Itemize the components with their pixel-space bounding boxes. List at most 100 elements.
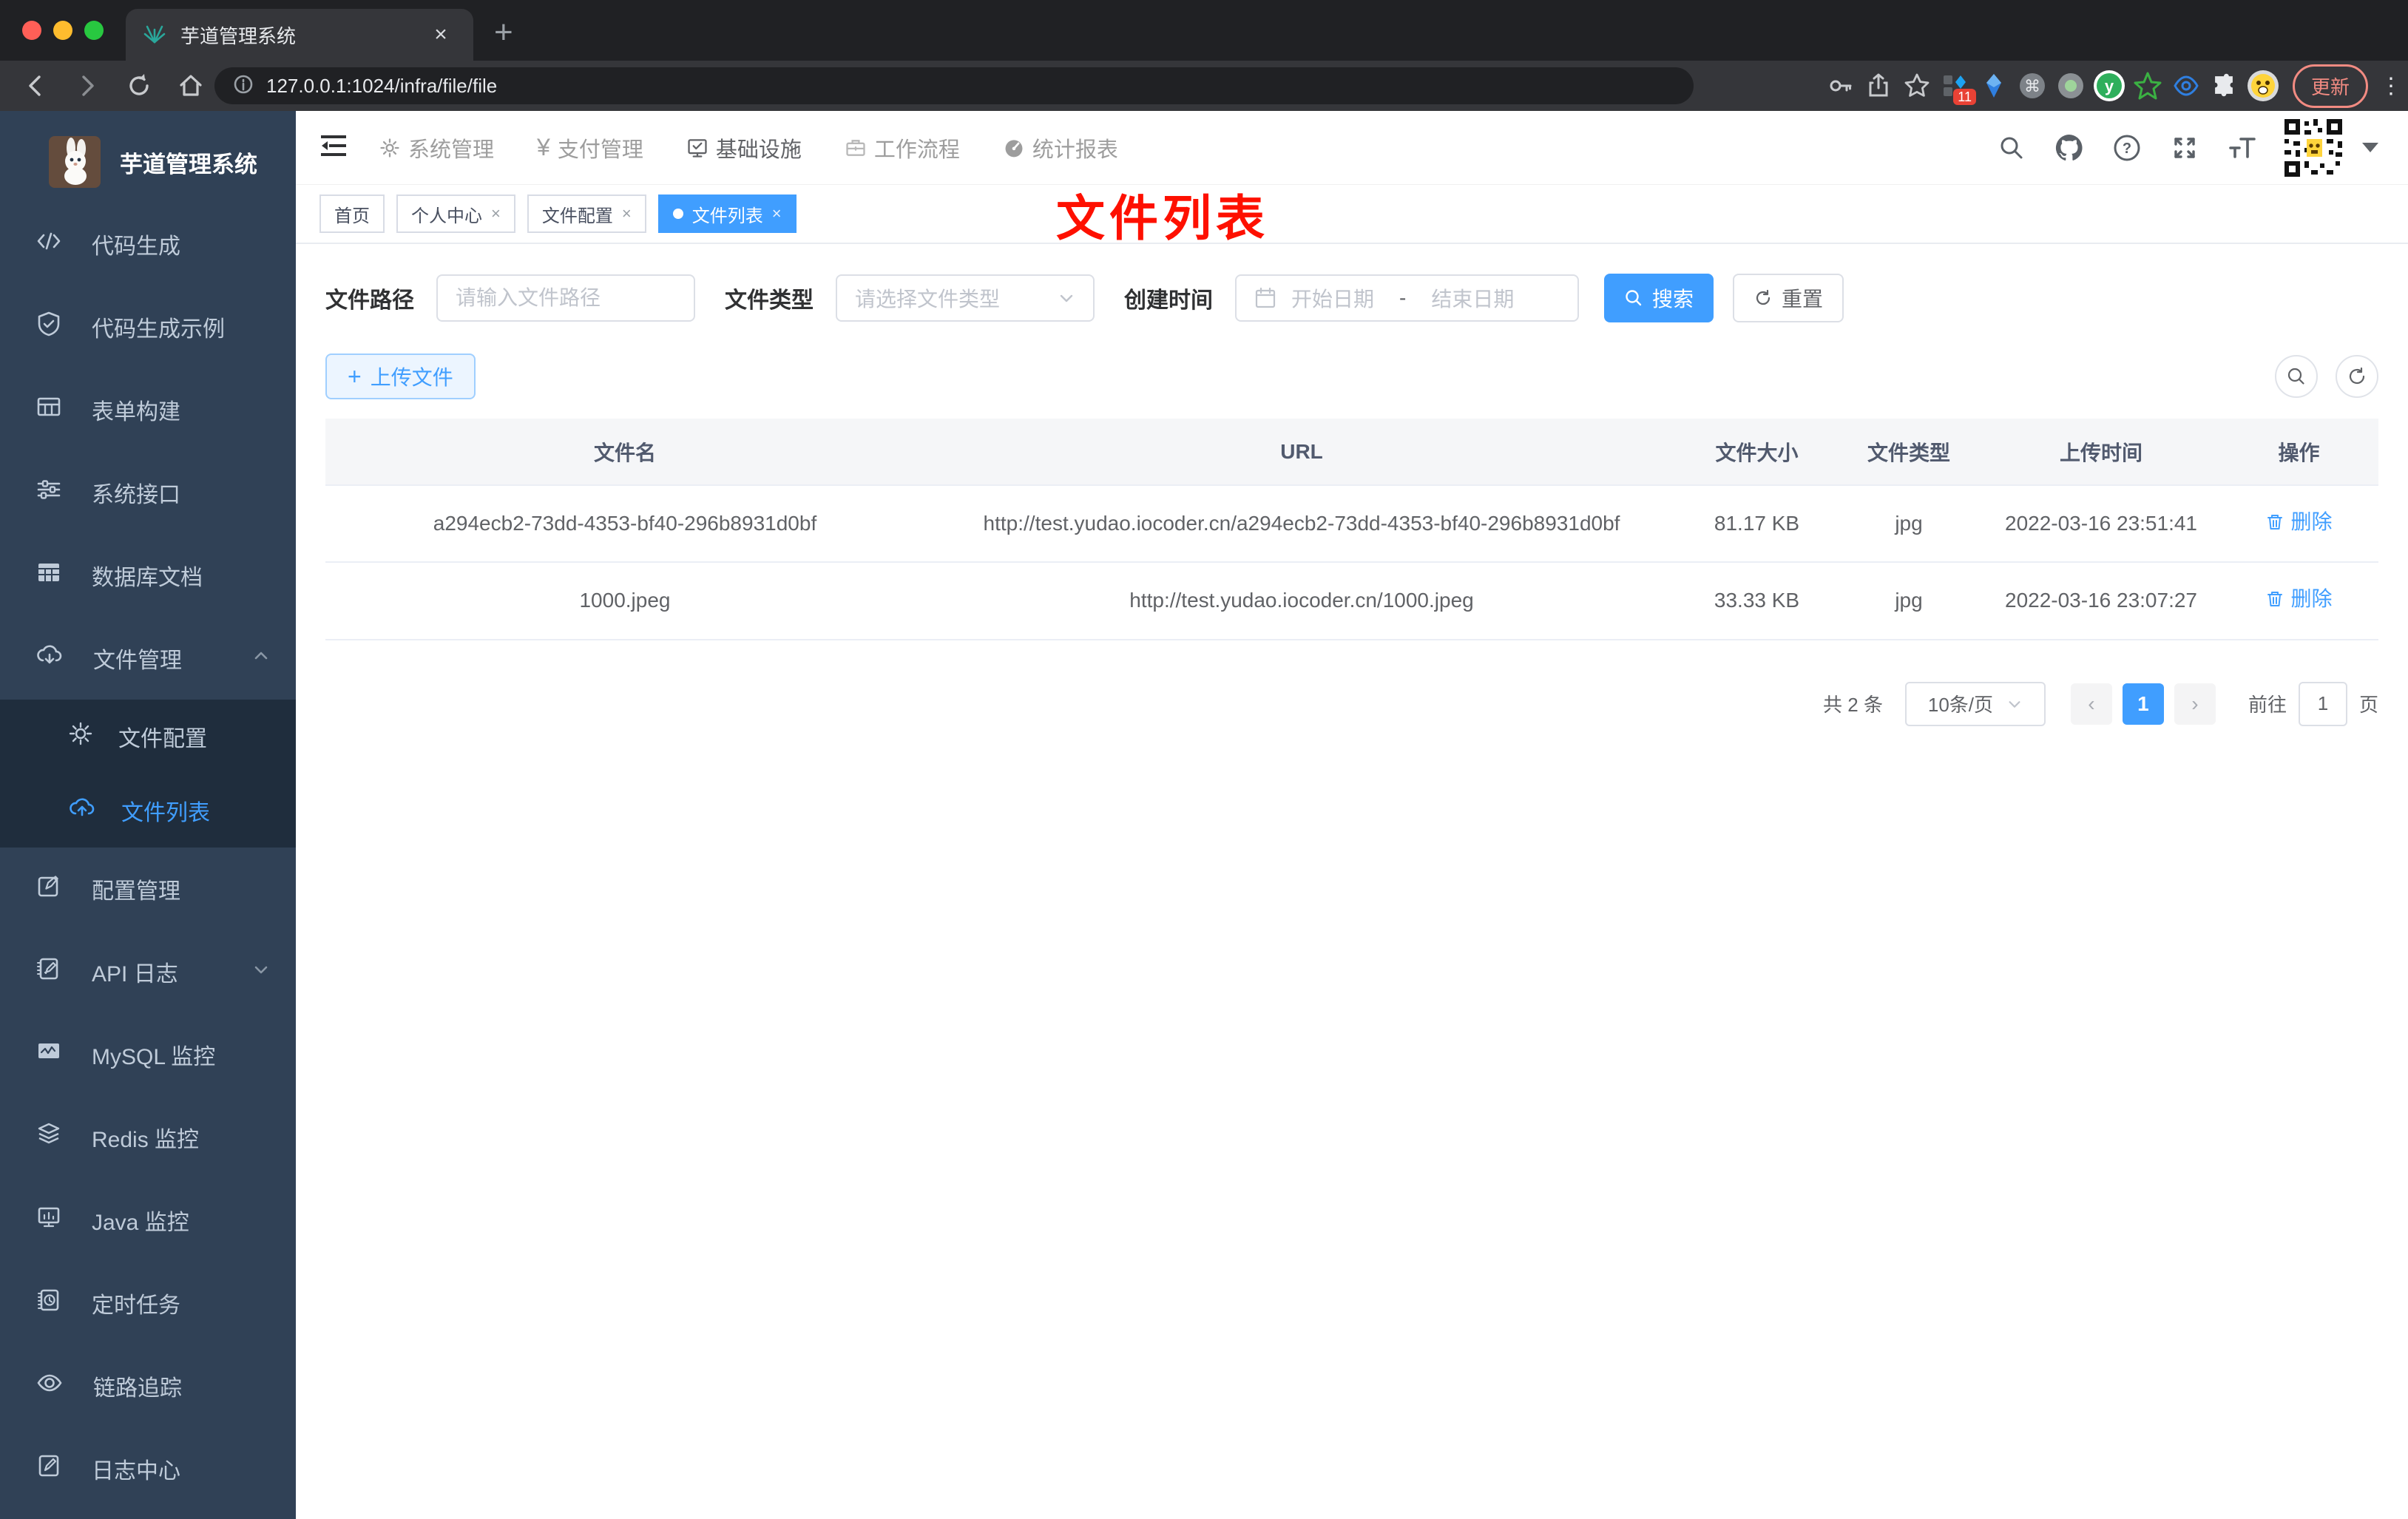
navbar-right: ? [1994, 116, 2408, 179]
extension-command-icon[interactable]: ⌘ [2016, 70, 2049, 102]
layers-icon [35, 1121, 62, 1154]
browser-update-button[interactable]: 更新 [2292, 64, 2368, 108]
password-key-icon[interactable] [1824, 70, 1856, 102]
show-search-icon[interactable] [2275, 355, 2318, 398]
bookmark-star-icon[interactable] [1901, 70, 1933, 102]
sidebar-item-code-demo[interactable]: 代码生成示例 [0, 285, 296, 368]
file-path-input[interactable] [456, 286, 676, 310]
profile-emoji-icon[interactable] [2247, 70, 2279, 102]
sidebar-item-redis-monitor[interactable]: Redis 监控 [0, 1096, 296, 1179]
sidebar-item-config-manage[interactable]: 配置管理 [0, 848, 296, 930]
minimize-window-button[interactable] [53, 21, 72, 40]
reload-icon[interactable] [123, 70, 155, 102]
tag-close-icon[interactable]: × [622, 204, 632, 223]
search-icon[interactable] [1994, 130, 2029, 166]
extension-y-icon[interactable]: y [2093, 70, 2125, 102]
refresh-list-icon[interactable] [2336, 355, 2378, 398]
search-icon [1626, 290, 1642, 306]
sidebar-item-scheduled-tasks[interactable]: 定时任务 [0, 1262, 296, 1344]
sidebar-item-file-manage[interactable]: 文件管理 [0, 617, 296, 700]
rabbit-logo [49, 136, 101, 188]
nav-item-infra[interactable]: 基础设施 [676, 132, 812, 163]
delete-button[interactable]: 删除 [2265, 505, 2333, 539]
next-page-button[interactable]: › [2174, 683, 2216, 725]
maximize-window-button[interactable] [84, 21, 104, 40]
extension-tabs-icon[interactable]: 11 [1939, 70, 1976, 105]
file-type-select[interactable]: 请选择文件类型 [836, 274, 1095, 322]
chevron-up-icon [251, 646, 271, 671]
extension-record-icon[interactable] [2054, 70, 2087, 102]
search-button[interactable]: 搜索 [1604, 274, 1714, 322]
eye-icon [35, 1369, 64, 1403]
nav-item-reports[interactable]: 统计报表 [992, 132, 1129, 163]
code-icon [35, 228, 62, 260]
date-start-placeholder[interactable]: 开始日期 [1291, 283, 1374, 313]
page-1-button[interactable]: 1 [2122, 683, 2164, 725]
extension-star-icon[interactable] [2131, 70, 2164, 102]
home-icon[interactable] [175, 70, 207, 102]
reset-button[interactable]: 重置 [1733, 274, 1844, 322]
sidebar-item-api-log[interactable]: API 日志 [0, 930, 296, 1013]
browser-menu-icon[interactable]: ⋮ [2380, 73, 2402, 99]
help-icon[interactable]: ? [2109, 130, 2145, 166]
sidebar-item-system-api[interactable]: 系统接口 [0, 451, 296, 534]
sidebar-item-java-monitor[interactable]: Java 监控 [0, 1179, 296, 1262]
avatar-caret-icon[interactable] [2362, 143, 2378, 152]
tag-home[interactable]: 首页 [319, 194, 385, 233]
tag-file-list[interactable]: 文件列表 × [657, 194, 797, 233]
svg-text:y: y [2105, 77, 2114, 95]
browser-tab[interactable]: 芋道管理系统 × [126, 9, 473, 61]
sidebar-item-file-config[interactable]: 文件配置 [0, 700, 296, 774]
tag-profile[interactable]: 个人中心 × [396, 194, 515, 233]
close-window-button[interactable] [22, 21, 41, 40]
nav-item-pay[interactable]: ¥ 支付管理 [527, 132, 654, 163]
site-info-icon[interactable] [232, 73, 254, 99]
sidebar-item-form-builder[interactable]: 表单构建 [0, 368, 296, 451]
goto-page-input[interactable] [2298, 681, 2347, 726]
sidebar-item-log-center[interactable]: 日志中心 [0, 1427, 296, 1510]
table-icon [35, 559, 62, 592]
delete-button[interactable]: 删除 [2265, 582, 2333, 616]
tag-file-config[interactable]: 文件配置 × [527, 194, 646, 233]
date-range-picker[interactable]: 开始日期 - 结束日期 [1235, 274, 1579, 322]
github-icon[interactable] [2052, 130, 2087, 166]
font-size-icon[interactable] [2225, 130, 2260, 166]
tab-close-icon[interactable]: × [426, 22, 456, 47]
sidebar-item-db-doc[interactable]: 数据库文档 [0, 534, 296, 617]
extension-eye-icon[interactable] [2170, 70, 2202, 102]
sidebar-item-code-gen[interactable]: 代码生成 [0, 203, 296, 285]
tag-close-icon[interactable]: × [772, 204, 782, 223]
url-text[interactable]: 127.0.0.1:1024/infra/file/file [266, 75, 497, 98]
prev-page-button[interactable]: ‹ [2070, 683, 2112, 725]
extensions-puzzle-icon[interactable] [2208, 70, 2241, 102]
nav-item-system[interactable]: 系统管理 [368, 132, 504, 163]
sidebar-logo-row[interactable]: 芋道管理系统 [0, 121, 296, 203]
create-time-label: 创建时间 [1124, 288, 1213, 313]
sidebar-collapse-icon[interactable] [318, 130, 349, 165]
browser-tab-strip: 芋道管理系统 × + [0, 0, 2408, 61]
avatar[interactable] [2282, 116, 2344, 179]
sidebar-item-mysql-monitor[interactable]: MySQL 监控 [0, 1013, 296, 1096]
active-dot [672, 209, 683, 219]
extension-kite-icon[interactable] [1978, 70, 2010, 102]
nav-item-workflow[interactable]: 工作流程 [834, 132, 970, 163]
address-bar[interactable]: 127.0.0.1:1024/infra/file/file [214, 67, 1694, 104]
new-tab-button[interactable]: + [494, 16, 513, 49]
sidebar-item-trace[interactable]: 链路追踪 [0, 1344, 296, 1427]
browser-toolbar: 127.0.0.1:1024/infra/file/file 11 ⌘ y 更新… [0, 61, 2408, 111]
back-icon[interactable] [19, 70, 52, 102]
sidebar-item-file-list[interactable]: 文件列表 [0, 774, 296, 848]
sidebar-submenu-file: 文件配置 文件列表 [0, 700, 296, 848]
cell-time: 2022-03-16 23:51:41 [1983, 485, 2219, 564]
upload-file-button[interactable]: + 上传文件 [325, 353, 476, 399]
share-icon[interactable] [1862, 70, 1895, 102]
tag-close-icon[interactable]: × [491, 204, 501, 223]
page-size-select[interactable]: 10条/页 [1904, 681, 2046, 726]
main-area: 系统管理 ¥ 支付管理 基础设施 工作流程 统计报表 ? 首页 个人中心 × 文… [296, 111, 2408, 1519]
table-row: a294ecb2-73dd-4353-bf40-296b8931d0bf htt… [325, 485, 2378, 564]
date-end-placeholder[interactable]: 结束日期 [1431, 283, 1514, 313]
top-navbar: 系统管理 ¥ 支付管理 基础设施 工作流程 统计报表 ? [296, 111, 2408, 185]
annotation-overlay-text: 文件列表 [1056, 191, 1269, 246]
forward-icon[interactable] [71, 70, 104, 102]
fullscreen-icon[interactable] [2167, 130, 2202, 166]
